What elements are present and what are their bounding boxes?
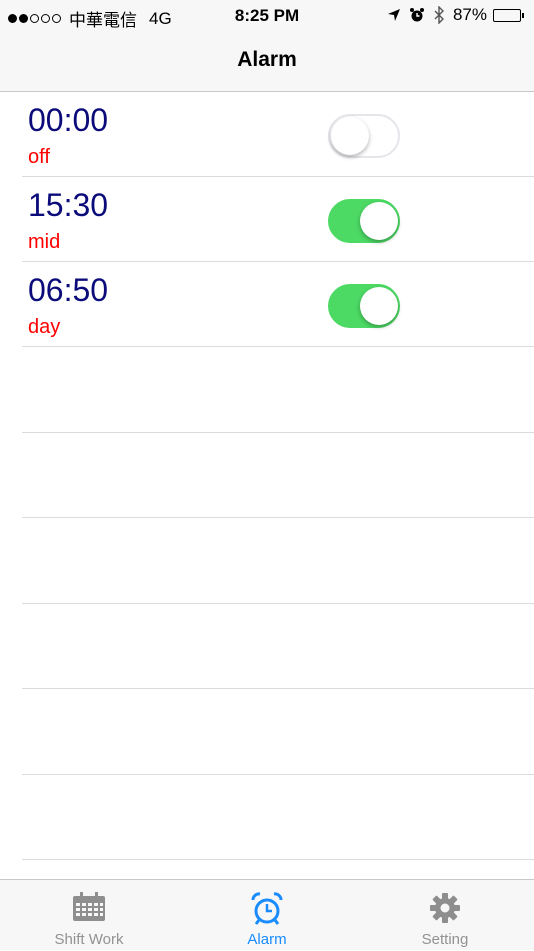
empty-row [22, 433, 534, 518]
toggle-knob [331, 117, 369, 155]
tab-alarm[interactable]: Alarm [178, 880, 356, 951]
alarm-clock-icon [409, 7, 425, 23]
battery-body [493, 8, 521, 22]
battery-icon [493, 8, 524, 22]
alarm-label: mid [28, 231, 61, 253]
battery-percent: 87% [452, 5, 487, 24]
tab-shift-work[interactable]: Shift Work [0, 880, 178, 951]
tab-label: Shift Work [54, 931, 124, 948]
status-bar: 中華電信 4G 8:25 PM 87% [0, 0, 534, 32]
toggle-knob [360, 287, 398, 325]
empty-row [22, 689, 534, 775]
tab-setting[interactable]: Setting [356, 880, 534, 951]
gear-icon [356, 892, 534, 924]
navigation-bar: Alarm [0, 32, 534, 92]
alarm-time: 06:50 [28, 272, 109, 308]
battery-cap [522, 12, 524, 18]
alarm-toggle[interactable] [328, 199, 400, 243]
location-arrow-icon [387, 8, 401, 22]
tab-label: Alarm [247, 931, 287, 948]
alarm-time: 00:00 [28, 102, 109, 138]
alarm-toggle[interactable] [328, 284, 400, 328]
tab-label: Setting [421, 931, 469, 948]
alarm-row[interactable]: 00:00 off [22, 92, 534, 177]
tab-bar: Shift Work Alarm Setting [0, 879, 534, 950]
empty-row [22, 604, 534, 689]
alarm-label: off [28, 146, 50, 168]
toggle-knob [360, 202, 398, 240]
alarm-row[interactable]: 15:30 mid [22, 177, 534, 262]
empty-row [22, 347, 534, 433]
calendar-icon [0, 892, 178, 922]
alarm-list: 00:00 off 15:30 mid 06:50 day [0, 92, 534, 860]
empty-row [22, 518, 534, 604]
empty-row [22, 775, 534, 860]
alarm-row[interactable]: 06:50 day [22, 262, 534, 347]
alarm-time: 15:30 [28, 187, 109, 223]
alarm-toggle[interactable] [328, 114, 400, 158]
alarm-label: day [28, 316, 61, 338]
bluetooth-icon [433, 6, 445, 24]
alarm-clock-icon [178, 892, 356, 926]
status-right: 87% [379, 5, 524, 25]
page-title: Alarm [237, 48, 297, 71]
